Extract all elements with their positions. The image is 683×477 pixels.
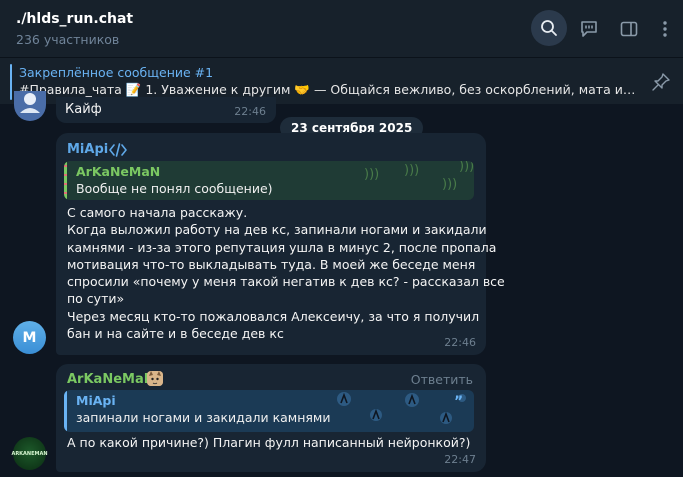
message-text: С самого начала расскажу. Когда выложил … bbox=[67, 204, 505, 342]
pinned-text: #Правила_чата 📝 1. Уважение к другим 🤝 —… bbox=[19, 82, 639, 97]
chat-header[interactable]: ./hlds_run.chat 236 участников bbox=[0, 0, 683, 58]
message-bubble[interactable]: ArKaNeMaN Ответить MiApi запинали ногами… bbox=[56, 364, 486, 472]
message-line: спросили «почему у меня такой негатив к … bbox=[67, 274, 505, 290]
message-text: А по какой причине?) Плагин фулл написан… bbox=[67, 435, 471, 450]
feedback-button[interactable] bbox=[572, 13, 606, 45]
message-line: Когда выложил работу на дев кс, запинали… bbox=[67, 222, 487, 238]
message-bubble[interactable]: MiApi ArKaNeMaN Вообще не понял сообщени… bbox=[56, 133, 505, 355]
search-icon bbox=[541, 20, 557, 36]
reply-quote-bar bbox=[64, 161, 67, 200]
pattern-icon: ))) bbox=[404, 163, 420, 178]
pinned-indicator bbox=[10, 64, 12, 100]
message-time: 22:46 bbox=[444, 336, 476, 349]
more-button[interactable] bbox=[648, 13, 682, 45]
sender-name[interactable]: ArKaNeMaN bbox=[67, 372, 155, 387]
reply-quote[interactable]: MiApi запинали ногами и закидали камнями… bbox=[64, 390, 474, 432]
more-icon bbox=[663, 21, 667, 37]
avatar[interactable]: M bbox=[13, 321, 46, 354]
unpin-button[interactable] bbox=[648, 69, 674, 95]
reply-text: запинали ногами и закидали камнями bbox=[76, 410, 331, 425]
message-line: бан и на сайте и в беседе дев кс bbox=[67, 326, 284, 342]
previous-message-time: 22:46 bbox=[234, 105, 266, 118]
avatar-image-icon bbox=[20, 93, 40, 113]
message-line: Через месяц кто-то пожаловался Алексеичу… bbox=[67, 308, 480, 324]
reply-sender: ArKaNeMaN bbox=[76, 164, 161, 179]
message-line: мотивация что-то выкладывать туда. В мое… bbox=[67, 256, 476, 272]
avatar[interactable]: ARKANEMAN bbox=[11, 437, 48, 470]
side-panel-icon bbox=[620, 21, 638, 37]
reply-quote[interactable]: ArKaNeMaN Вообще не понял сообщение) )))… bbox=[64, 161, 474, 200]
pattern-icon: ))) bbox=[459, 161, 474, 174]
reply-quote-bar bbox=[64, 390, 67, 432]
reply-text: Вообще не понял сообщение) bbox=[76, 181, 273, 196]
pinned-title: Закреплённое сообщение #1 bbox=[19, 65, 214, 80]
lambda-pattern-icon: ” bbox=[337, 392, 466, 424]
cat-emoji-status-icon bbox=[147, 371, 163, 386]
search-button[interactable] bbox=[531, 10, 567, 46]
sender-name[interactable]: MiApi bbox=[67, 142, 108, 157]
message-time: 22:47 bbox=[444, 453, 476, 466]
unpin-icon bbox=[652, 73, 670, 91]
previous-message-bubble[interactable]: Кайф 22:46 bbox=[56, 97, 276, 123]
chat-title[interactable]: ./hlds_run.chat bbox=[16, 11, 133, 27]
previous-message-text: Кайф bbox=[65, 102, 102, 117]
reply-sender: MiApi bbox=[76, 393, 116, 408]
feedback-icon bbox=[581, 21, 597, 37]
avatar[interactable] bbox=[14, 91, 46, 121]
pattern-icon: ))) bbox=[364, 167, 380, 182]
message-line: по сути» bbox=[67, 291, 125, 307]
svg-text:”: ” bbox=[454, 394, 463, 410]
reply-button[interactable]: Ответить bbox=[411, 372, 473, 387]
member-count: 236 участников bbox=[16, 32, 120, 47]
message-line: С самого начала расскажу. bbox=[67, 205, 248, 220]
code-badge-icon bbox=[109, 143, 127, 157]
side-panel-button[interactable] bbox=[612, 13, 646, 45]
message-line: камнями - из-за этого репутация ушла в м… bbox=[67, 239, 497, 255]
pattern-icon: ))) bbox=[442, 177, 458, 192]
